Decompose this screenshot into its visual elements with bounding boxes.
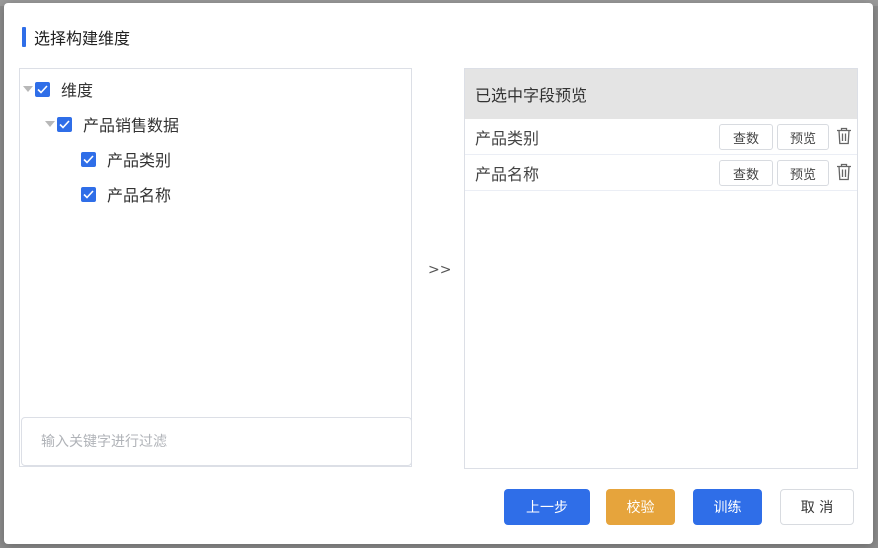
preview-button[interactable]: 预览 <box>777 124 829 150</box>
selected-fields-header: 已选中字段预览 <box>465 69 857 119</box>
trash-icon[interactable] <box>836 127 852 145</box>
tree-node-group[interactable]: 产品销售数据 <box>45 113 179 135</box>
check-icon <box>83 154 94 164</box>
trash-icon[interactable] <box>836 163 852 181</box>
tree-label-group: 产品销售数据 <box>83 116 180 135</box>
tree-label-leaf: 产品名称 <box>107 186 172 205</box>
check-icon <box>59 119 70 129</box>
checkbox-leaf[interactable] <box>81 186 96 202</box>
train-button[interactable]: 训练 <box>693 489 762 525</box>
query-button[interactable]: 查数 <box>719 124 773 150</box>
title-accent-bar <box>22 27 26 47</box>
check-icon <box>37 84 48 94</box>
checkbox-leaf[interactable] <box>81 151 96 167</box>
query-button[interactable]: 查数 <box>719 160 773 186</box>
tree-node-leaf[interactable]: 产品类别 <box>81 148 171 170</box>
checkbox-root[interactable] <box>35 81 50 97</box>
build-dimension-dialog: 选择构建维度 维度 产品销售数据 产品类别 产品名称 输入关键字进行过滤 >> … <box>4 3 873 544</box>
selected-field-row: 产品类别 查数 预览 <box>465 119 857 155</box>
check-icon <box>83 189 94 199</box>
previous-step-button[interactable]: 上一步 <box>504 489 590 525</box>
filter-input[interactable] <box>21 417 412 466</box>
dialog-header: 选择构建维度 <box>22 25 130 49</box>
field-name: 产品类别 <box>475 128 540 148</box>
caret-down-icon[interactable] <box>23 86 33 92</box>
selected-fields-panel: 已选中字段预览 产品类别 查数 预览 产品名称 查数 预览 <box>464 68 858 469</box>
selected-field-row: 产品名称 查数 预览 <box>465 155 857 191</box>
caret-down-icon[interactable] <box>45 121 55 127</box>
preview-button[interactable]: 预览 <box>777 160 829 186</box>
tree-node-leaf[interactable]: 产品名称 <box>81 183 171 205</box>
cancel-button[interactable]: 取 消 <box>780 489 854 525</box>
dialog-title: 选择构建维度 <box>34 29 131 48</box>
tree-node-root[interactable]: 维度 <box>23 78 93 100</box>
validate-button[interactable]: 校验 <box>606 489 675 525</box>
dimension-tree-panel: 维度 产品销售数据 产品类别 产品名称 <box>19 68 412 467</box>
tree-label-leaf: 产品类别 <box>107 151 172 170</box>
transfer-arrow: >> <box>428 262 452 278</box>
field-name: 产品名称 <box>475 164 540 184</box>
tree-label-root: 维度 <box>61 81 94 100</box>
checkbox-group[interactable] <box>57 116 72 132</box>
